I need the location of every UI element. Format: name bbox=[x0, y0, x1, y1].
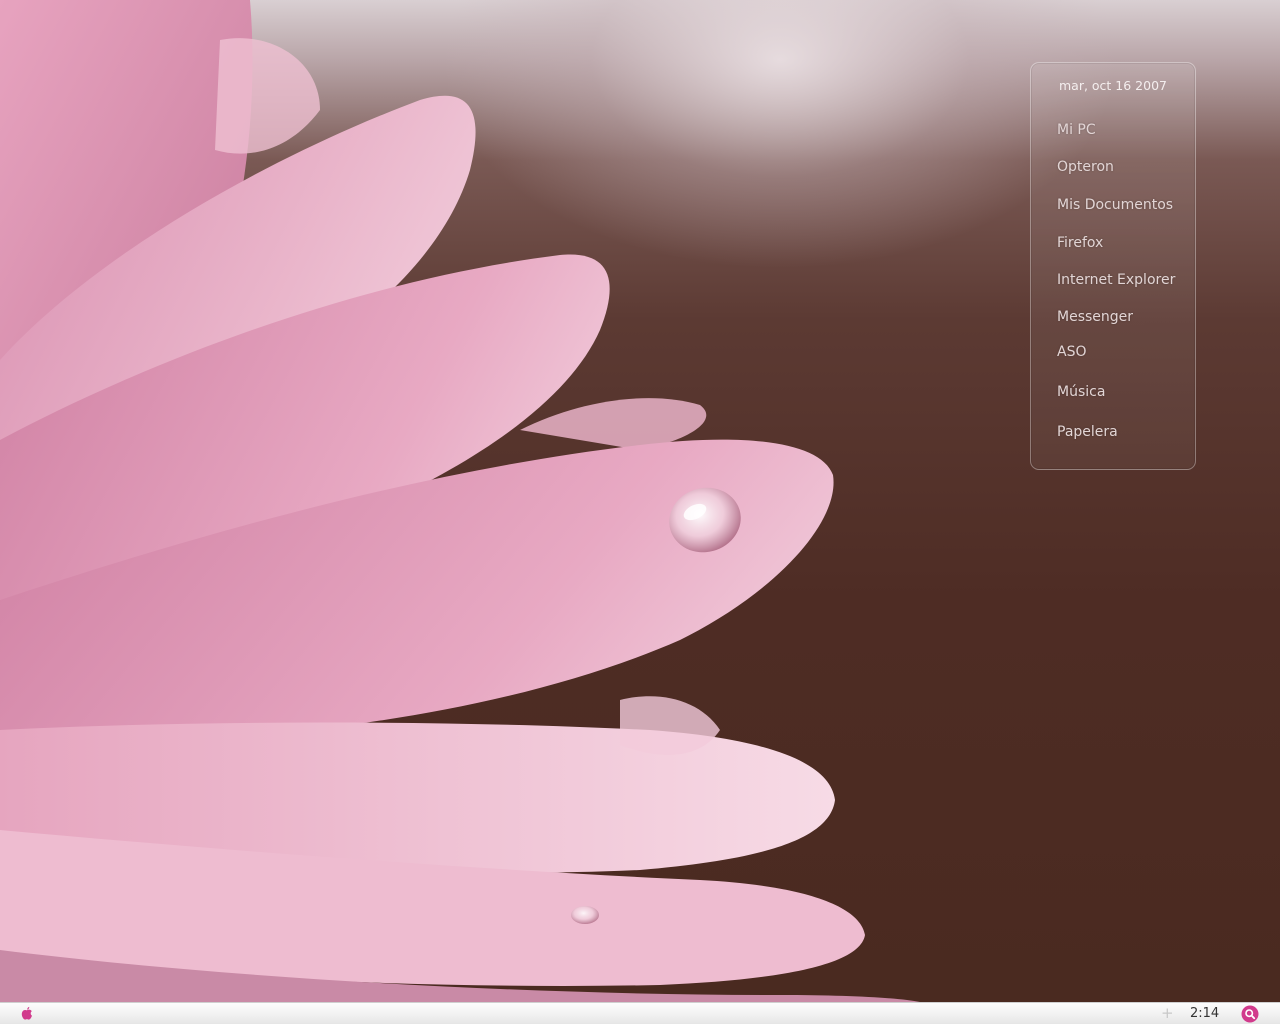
launcher-item-internet-explorer[interactable]: Internet Explorer bbox=[1057, 272, 1175, 288]
desktop: mar, oct 16 2007 Mi PC Opteron Mis Docum… bbox=[0, 0, 1280, 1002]
launcher-item-firefox[interactable]: Firefox bbox=[1057, 235, 1103, 251]
launcher-item-aso[interactable]: ASO bbox=[1057, 344, 1086, 360]
launcher-item-papelera[interactable]: Papelera bbox=[1057, 424, 1118, 440]
launcher-item-messenger[interactable]: Messenger bbox=[1057, 309, 1133, 325]
search-icon[interactable] bbox=[1241, 1005, 1259, 1023]
launcher-item-musica[interactable]: Música bbox=[1057, 384, 1105, 400]
launcher-widget: mar, oct 16 2007 Mi PC Opteron Mis Docum… bbox=[1030, 62, 1196, 470]
widget-date: mar, oct 16 2007 bbox=[1058, 78, 1167, 93]
launcher-item-mis-documentos[interactable]: Mis Documentos bbox=[1057, 197, 1173, 213]
apple-icon[interactable] bbox=[18, 1005, 36, 1023]
clock[interactable]: 2:14 bbox=[1190, 1005, 1219, 1023]
plus-icon[interactable]: + bbox=[1161, 1004, 1174, 1022]
launcher-item-opteron[interactable]: Opteron bbox=[1057, 159, 1114, 175]
taskbar: + 2:14 bbox=[0, 1002, 1280, 1024]
launcher-item-mi-pc[interactable]: Mi PC bbox=[1057, 122, 1096, 138]
